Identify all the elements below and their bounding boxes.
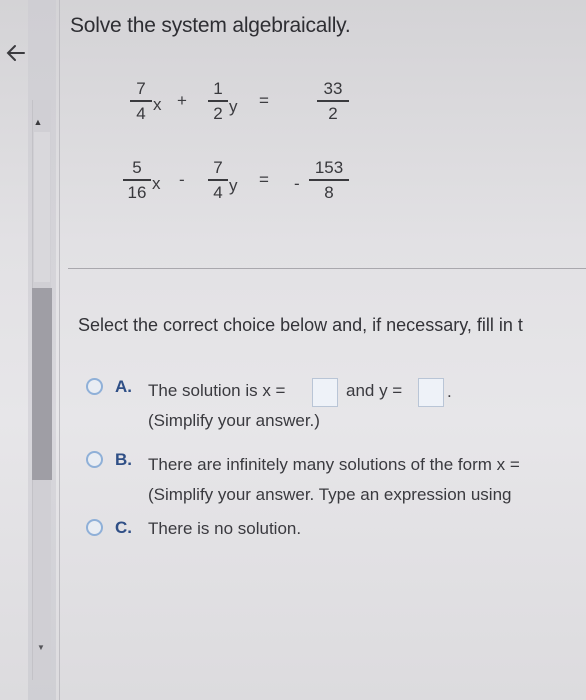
y-answer-input[interactable]	[418, 378, 444, 407]
choice-hint: (Simplify your answer. Type an expressio…	[148, 485, 512, 504]
fraction: 7 4	[130, 79, 152, 124]
variable-y: y	[229, 176, 238, 195]
choice-hint: (Simplify your answer.)	[148, 411, 320, 430]
fraction: 7 4	[208, 158, 228, 203]
choice-text: There is no solution.	[148, 519, 302, 538]
column-divider	[59, 0, 60, 700]
scrollbar-highlight	[34, 132, 50, 282]
variable-x: x	[152, 174, 161, 193]
scroll-down-icon[interactable]: ▼	[34, 643, 48, 653]
equals-sign: =	[259, 91, 269, 110]
equals-sign: =	[259, 170, 269, 189]
fraction: 33 2	[317, 79, 349, 124]
choice-text: The solution is x =	[148, 381, 286, 400]
operator: -	[179, 170, 185, 189]
question-prompt: Select the correct choice below and, if …	[78, 315, 523, 335]
scroll-up-icon[interactable]: ▲	[31, 117, 45, 127]
x-answer-input[interactable]	[312, 378, 338, 407]
variable-y: y	[229, 97, 238, 116]
radio-button-a[interactable]	[86, 378, 103, 395]
choice-text: .	[447, 382, 452, 401]
choice-text: There are infinitely many solutions of t…	[148, 455, 520, 474]
variable-x: x	[153, 95, 162, 114]
choice-letter: A.	[115, 377, 132, 396]
choice-text: and y =	[346, 381, 403, 400]
radio-button-c[interactable]	[86, 519, 103, 536]
radio-button-b[interactable]	[86, 451, 103, 468]
scrollbar-thumb[interactable]	[32, 288, 52, 480]
fraction: 5 16	[123, 158, 151, 203]
sign: -	[294, 174, 300, 193]
choice-letter: B.	[115, 450, 132, 469]
problem-title: Solve the system algebraically.	[70, 14, 351, 37]
fraction: 153 8	[309, 158, 349, 203]
choice-letter: C.	[115, 518, 132, 537]
fraction: 1 2	[208, 79, 228, 124]
section-divider	[68, 268, 586, 269]
operator: +	[177, 91, 187, 110]
